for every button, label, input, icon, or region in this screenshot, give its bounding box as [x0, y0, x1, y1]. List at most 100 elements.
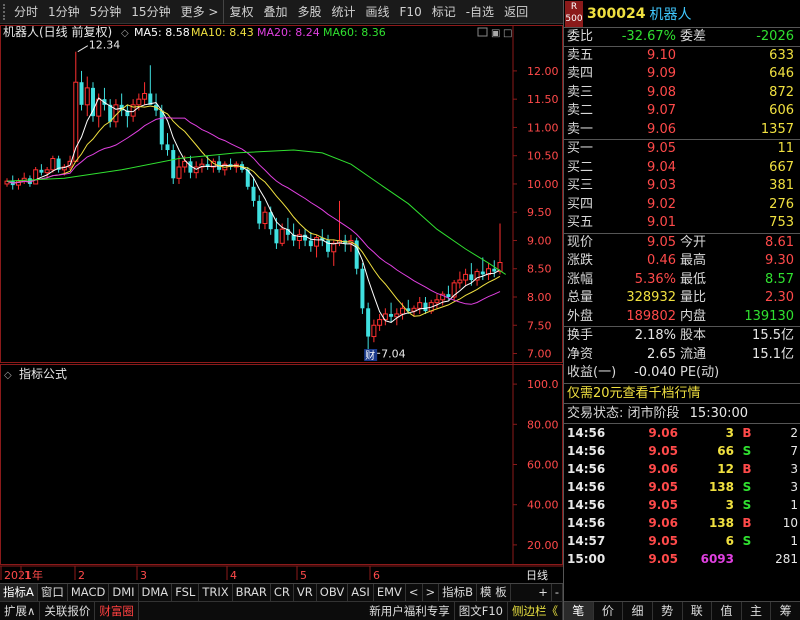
bid-row[interactable]: 买五 9.01 753 [564, 214, 800, 233]
quote-tab-5[interactable]: 值 [712, 602, 742, 620]
bid-row[interactable]: 买一 9.05 11 [564, 140, 800, 159]
ma-label-2: MA20: 8.24 [257, 26, 320, 39]
toolbar-statistics[interactable]: 统计 [327, 0, 361, 24]
tab-scroll-left[interactable]: < [406, 584, 423, 601]
toolbar-f10[interactable]: F10 [395, 0, 427, 24]
bid-volume: 381 [769, 178, 794, 193]
indicator-ytick-label: 40.00 [527, 499, 559, 512]
tab-macd[interactable]: MACD [68, 584, 110, 601]
toolbar-back[interactable]: 返回 [499, 0, 533, 24]
kline-chart-svg[interactable]: 机器人(日线 前复权) ◇ MA5: 8.58 MA10: 8.43 MA20: 8.2… [0, 25, 563, 583]
toolbar-multi-stock[interactable]: 多股 [292, 0, 326, 24]
toolbar-1min[interactable]: 1分钟 [43, 0, 85, 24]
bid-price: 9.01 [647, 215, 676, 230]
ad-banner[interactable]: 仅需20元查看千档行情 [564, 384, 800, 404]
tick-row: 14:56 9.06 3 B 2 [564, 424, 800, 442]
tab-add[interactable]: + [535, 584, 552, 601]
ask-row[interactable]: 卖四 9.09 646 [564, 65, 800, 84]
chart-toolbar: 分时 1分钟 5分钟 15分钟 更多 > 复权 叠加 多股 统计 画线 F10 … [0, 0, 563, 24]
tab-trix[interactable]: TRIX [199, 584, 233, 601]
stat-value: 139130 [744, 308, 794, 324]
toolbar-overlay[interactable]: 叠加 [258, 0, 292, 24]
bid-volume: 11 [777, 141, 794, 156]
tick-time: 14:56 [567, 497, 606, 512]
tab-indicator-a[interactable]: 指标A [0, 584, 38, 601]
candle-body [480, 271, 485, 275]
tab-cr[interactable]: CR [271, 584, 294, 601]
tab-wealth-circle[interactable]: 财富圈 [95, 602, 139, 620]
tab-brar[interactable]: BRAR [233, 584, 271, 601]
kline-chart-area[interactable]: 机器人(日线 前复权) ◇ MA5: 8.58 MA10: 8.43 MA20: 8.2… [0, 25, 563, 582]
toolbar-remove-watchlist[interactable]: -自选 [461, 0, 499, 24]
tab-template[interactable]: 模 板 [477, 584, 511, 601]
quote-tab-2[interactable]: 细 [623, 602, 653, 620]
tab-asi[interactable]: ASI [348, 584, 374, 601]
candle-body [434, 299, 440, 304]
quote-tab-3[interactable]: 势 [653, 602, 683, 620]
ask-row[interactable]: 卖二 9.07 606 [564, 102, 800, 121]
stat-row: 涨跌 0.46 最高 9.30 [564, 252, 800, 271]
bid-volume: 276 [769, 196, 794, 212]
tick-side: S [742, 533, 752, 548]
tick-volume: 6 [725, 533, 734, 548]
tick-time: 14:56 [567, 479, 606, 494]
bid-label: 买五 [567, 215, 594, 230]
ask-book: 卖五 9.10 633 卖四 9.09 646 卖三 9.08 872 卖二 9.07 606 卖一 9.… [564, 47, 800, 140]
bid-row[interactable]: 买二 9.04 667 [564, 159, 800, 178]
tab-new-user-benefit[interactable]: 新用户福利专享 [365, 602, 455, 620]
toolbar-intraday[interactable]: 分时 [9, 0, 43, 24]
ask-row[interactable]: 卖五 9.10 633 [564, 47, 800, 66]
tab-related-quotes[interactable]: 关联报价 [40, 602, 96, 620]
quote-tab-7[interactable]: 筹 [771, 602, 800, 620]
toolbar-draw-line[interactable]: 画线 [361, 0, 395, 24]
pane-menu-icon: ▣ [491, 28, 500, 39]
tab-sidebar[interactable]: 侧边栏《 [508, 602, 563, 620]
x-axis-label: 2 [78, 569, 85, 582]
ma60-line [6, 149, 506, 275]
tab-remove[interactable]: - [552, 584, 563, 601]
tab-obv[interactable]: OBV [317, 584, 349, 601]
quote-tab-0[interactable]: 笔 [564, 602, 594, 620]
bid-row[interactable]: 买四 9.02 276 [564, 196, 800, 215]
candle-body [268, 212, 273, 230]
toolbar-mark[interactable]: 标记 [427, 0, 461, 24]
tick-list[interactable]: 14:56 9.06 3 B 2 14:56 9.05 66 S 7 14:56 9.06 12 B 3 14… [564, 424, 800, 568]
candle-body [446, 294, 451, 297]
toolbar-5min[interactable]: 5分钟 [85, 0, 127, 24]
bid-volume: 667 [769, 159, 794, 175]
indicator-ytick-label: 60.00 [527, 459, 559, 472]
tick-price: 9.05 [648, 551, 678, 566]
quote-tab-4[interactable]: 联 [683, 602, 713, 620]
tab-graphic-f10[interactable]: 图文F10 [455, 602, 508, 620]
quote-tab-1[interactable]: 价 [594, 602, 624, 620]
tick-price: 9.05 [648, 497, 678, 512]
toolbar-adjust[interactable]: 复权 [223, 0, 258, 24]
tick-row: 14:56 9.06 138 B 10 [564, 514, 800, 532]
bid-row[interactable]: 买三 9.03 381 [564, 177, 800, 196]
candle-body [331, 242, 337, 253]
tick-count: 1 [790, 497, 798, 512]
candle-body [296, 234, 302, 241]
tab-dmi[interactable]: DMI [109, 584, 139, 601]
tab-fsl[interactable]: FSL [172, 584, 200, 601]
candle-body [360, 268, 365, 309]
ytick-label: 11.50 [527, 93, 559, 106]
tick-volume: 138 [708, 479, 734, 494]
toolbar-15min[interactable]: 15分钟 [126, 0, 175, 24]
tab-expand[interactable]: 扩展∧ [0, 602, 41, 620]
ask-label: 卖四 [567, 66, 594, 81]
tab-dma[interactable]: DMA [139, 584, 173, 601]
ask-row[interactable]: 卖三 9.08 872 [564, 84, 800, 103]
tab-window[interactable]: 窗口 [38, 584, 68, 601]
bid-price: 9.05 [647, 141, 676, 156]
toolbar-more[interactable]: 更多 > [176, 0, 224, 24]
tab-emv[interactable]: EMV [374, 584, 406, 601]
high-label: 12.34 [89, 39, 121, 52]
tab-scroll-right[interactable]: > [423, 584, 440, 601]
stat-label: 总量 [567, 290, 594, 305]
ask-row[interactable]: 卖一 9.06 1357 [564, 121, 800, 140]
quote-tab-6[interactable]: 主 [742, 602, 772, 620]
tab-vr[interactable]: VR [294, 584, 317, 601]
tab-indicator-b[interactable]: 指标B [439, 584, 478, 601]
fundamental-value: -0.040 [634, 365, 676, 380]
